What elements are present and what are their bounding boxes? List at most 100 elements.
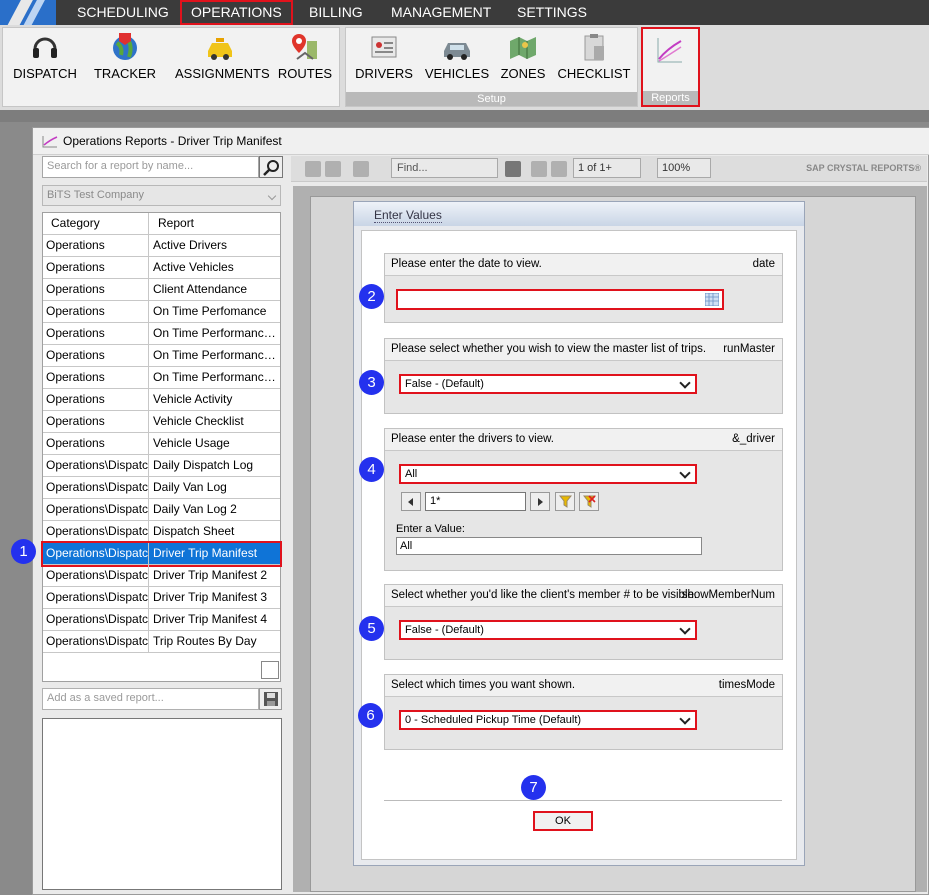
- callout-badge-5: 5: [359, 616, 384, 641]
- param-runmaster-prompt: Please select whether you wish to view t…: [391, 343, 707, 355]
- value-index-select[interactable]: 1*: [425, 492, 526, 511]
- report-cell: On Time Performance B...: [153, 326, 280, 340]
- drivers-button[interactable]: DRIVERS: [354, 31, 414, 91]
- filter-button[interactable]: [555, 492, 575, 511]
- param-timesmode-prompt: Select which times you want shown.: [391, 679, 576, 691]
- param-driver-header: Please enter the drivers to view. &_drive…: [385, 429, 782, 451]
- next-value-button[interactable]: [530, 492, 550, 511]
- menu-billing[interactable]: BILLING: [300, 0, 372, 25]
- table-row[interactable]: Operations Vehicle Checklist: [43, 411, 280, 433]
- setup-group-label: Setup: [346, 92, 637, 106]
- param-date-prompt: Please enter the date to view.: [391, 258, 542, 270]
- saved-report-input[interactable]: Add as a saved report...: [42, 688, 259, 710]
- report-grid: Category Report Operations Active Drivers…: [41, 212, 282, 682]
- report-cell: On Time Perfomance: [153, 304, 267, 318]
- table-row[interactable]: Operations\Dispatch Daily Dispatch Log: [43, 455, 280, 477]
- table-row[interactable]: Operations Active Vehicles: [43, 257, 280, 279]
- tracker-button[interactable]: TRACKER: [91, 31, 159, 91]
- binoculars-icon[interactable]: [505, 161, 521, 177]
- search-button[interactable]: [259, 156, 283, 178]
- category-cell: Operations: [43, 411, 149, 432]
- table-row[interactable]: Operations On Time Performance B...: [43, 323, 280, 345]
- app-logo: [0, 0, 56, 25]
- dialog-title-text: Enter Values: [374, 208, 442, 223]
- category-cell: Operations\Dispatch: [43, 499, 149, 520]
- reports-button[interactable]: Reports: [641, 27, 700, 107]
- taxi-icon: [208, 38, 232, 60]
- table-row[interactable]: Operations\Dispatch Trip Routes By Day: [43, 631, 280, 653]
- ok-button[interactable]: OK: [533, 811, 593, 831]
- table-row[interactable]: Operations\Dispatch Driver Trip Manifest …: [43, 587, 280, 609]
- showmembernum-select[interactable]: False - (Default): [399, 620, 697, 640]
- dialog-title: Enter Values: [354, 202, 804, 226]
- save-button[interactable]: [259, 688, 282, 710]
- routes-button[interactable]: ROUTES: [275, 31, 335, 91]
- dialog-body: Please enter the date to view. date Pleas…: [361, 230, 797, 860]
- table-row[interactable]: Operations\Dispatch Daily Van Log: [43, 477, 280, 499]
- table-row[interactable]: Operations On Time Perfomance: [43, 301, 280, 323]
- table-row[interactable]: Operations\Dispatch Driver Trip Manifest …: [43, 565, 280, 587]
- param-showmembernum-name: showMemberNum: [681, 589, 775, 601]
- prev-value-button[interactable]: [401, 492, 421, 511]
- menu-operations[interactable]: OPERATIONS: [180, 0, 293, 25]
- print-icon[interactable]: [305, 161, 321, 177]
- find-input[interactable]: Find...: [391, 158, 498, 178]
- report-cell: Trip Routes By Day: [153, 634, 257, 648]
- vehicles-button[interactable]: VEHICLES: [424, 31, 490, 91]
- zoom-select[interactable]: 100%: [657, 158, 711, 178]
- dispatch-button[interactable]: DISPATCH: [11, 31, 79, 91]
- company-select[interactable]: BiTS Test Company: [42, 185, 281, 206]
- column-header-category[interactable]: Category: [43, 213, 149, 234]
- export-icon[interactable]: [353, 161, 369, 177]
- table-row[interactable]: Operations Client Attendance: [43, 279, 280, 301]
- report-list-panel: Search for a report by name... BiTS Test…: [41, 156, 285, 892]
- report-search-input[interactable]: Search for a report by name...: [42, 156, 259, 178]
- report-cell: Vehicle Checklist: [153, 414, 244, 428]
- checklist-label: CHECKLIST: [557, 66, 631, 81]
- runmaster-select[interactable]: False - (Default): [399, 374, 697, 394]
- column-header-report[interactable]: Report: [150, 213, 280, 234]
- callout-badge-6: 6: [358, 703, 383, 728]
- table-row[interactable]: Operations Active Drivers: [43, 235, 280, 257]
- table-row[interactable]: Operations\Dispatch Daily Van Log 2: [43, 499, 280, 521]
- refresh-icon[interactable]: [325, 161, 341, 177]
- table-row[interactable]: Operations\Dispatch Driver Trip Manifest: [41, 541, 282, 567]
- drivers-label: DRIVERS: [355, 66, 413, 81]
- table-row[interactable]: Operations\Dispatch Driver Trip Manifest …: [43, 609, 280, 631]
- driver-select[interactable]: All: [399, 464, 697, 484]
- zones-button[interactable]: ZONES: [498, 31, 548, 91]
- page-number-field[interactable]: 1 of 1+: [573, 158, 641, 178]
- table-row[interactable]: Operations On Time Performance B...: [43, 367, 280, 389]
- clipboard-icon: [584, 34, 604, 61]
- table-row[interactable]: Operations Vehicle Usage: [43, 433, 280, 455]
- menu-scheduling[interactable]: SCHEDULING: [68, 0, 178, 25]
- calendar-icon[interactable]: [705, 293, 719, 306]
- enter-value-input[interactable]: All: [396, 537, 702, 555]
- report-cell: On Time Performance B...: [153, 348, 280, 362]
- page-first-icon[interactable]: [531, 161, 547, 177]
- remove-value-button[interactable]: [579, 492, 599, 511]
- page-prev-icon[interactable]: [551, 161, 567, 177]
- param-date-name: date: [752, 258, 775, 270]
- car-icon: [444, 43, 470, 60]
- table-row[interactable]: Operations\Dispatch Dispatch Sheet: [43, 521, 280, 543]
- table-row[interactable]: Operations Vehicle Activity: [43, 389, 280, 411]
- id-card-icon: [371, 36, 397, 58]
- report-cell: Driver Trip Manifest 2: [153, 568, 268, 582]
- menu-settings[interactable]: SETTINGS: [508, 0, 596, 25]
- menu-management[interactable]: MANAGEMENT: [382, 0, 500, 25]
- chart-icon: [657, 38, 682, 63]
- checklist-button[interactable]: CHECKLIST: [556, 31, 632, 91]
- table-row[interactable]: Operations On Time Performance B...: [43, 345, 280, 367]
- param-showmembernum: Select whether you'd like the client's m…: [384, 584, 783, 660]
- timesmode-select[interactable]: 0 - Scheduled Pickup Time (Default): [399, 710, 697, 730]
- ribbon-group-main: DISPATCH TRACKER ASSIGNMENTS ROUTES: [2, 27, 340, 107]
- category-cell: Operations\Dispatch: [43, 631, 149, 652]
- report-cell: Active Drivers: [153, 238, 228, 252]
- saved-reports-list[interactable]: [42, 718, 282, 890]
- assignments-button[interactable]: ASSIGNMENTS: [175, 31, 270, 91]
- report-cell: Driver Trip Manifest 3: [153, 590, 268, 604]
- date-input[interactable]: [396, 289, 724, 310]
- grid-checkbox[interactable]: [261, 661, 279, 679]
- param-showmembernum-header: Select whether you'd like the client's m…: [385, 585, 782, 607]
